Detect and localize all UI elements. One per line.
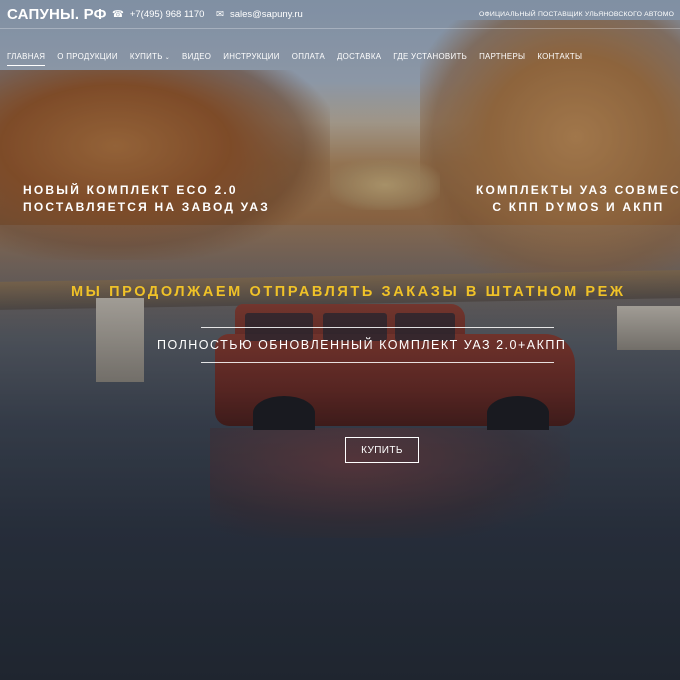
main-nav: ГЛАВНАЯ О ПРОДУКЦИИ КУПИТЬ ⌄ ВИДЕО ИНСТРУ… (7, 52, 582, 66)
nav-item-where-install[interactable]: ГДЕ УСТАНОВИТЬ (393, 52, 467, 66)
nav-item-home[interactable]: ГЛАВНАЯ (7, 52, 46, 66)
nav-item-buy[interactable]: КУПИТЬ ⌄ (130, 52, 170, 66)
promo-dymos-line2: С КПП DYMOS И АКПП (492, 200, 665, 214)
site-logo[interactable]: САПУНЫ. РФ (7, 6, 107, 23)
phone-contact[interactable]: ☎ +7(495) 968 1170 (112, 9, 204, 20)
email-contact[interactable]: ✉ sales@sapuny.ru (216, 9, 303, 20)
nav-item-about[interactable]: О ПРОДУКЦИИ (57, 52, 118, 66)
promo-eco-line1: НОВЫЙ КОМПЛЕКТ ECO 2.0 (23, 183, 238, 197)
envelope-icon: ✉ (216, 9, 224, 20)
phone-number: +7(495) 968 1170 (129, 9, 205, 20)
nav-item-payment[interactable]: ОПЛАТА (292, 52, 325, 66)
nav-item-instructions[interactable]: ИНСТРУКЦИИ (223, 52, 280, 66)
nav-item-buy-label: КУПИТЬ (129, 52, 163, 61)
official-supplier-text: ОФИЦИАЛЬНЫЙ ПОСТАВЩИК УЛЬЯНОВСКОГО АВТОМ… (479, 11, 675, 18)
promo-dymos-kit[interactable]: КОМПЛЕКТЫ УАЗ СОВМЕС С КПП DYMOS И АКПП (476, 182, 680, 216)
subtitle-bottom-rule (201, 362, 554, 363)
hero-headline: МЫ ПРОДОЛЖАЕМ ОТПРАВЛЯТЬ ЗАКАЗЫ В ШТАТНО… (71, 284, 626, 300)
promo-dymos-line1: КОМПЛЕКТЫ УАЗ СОВМЕС (476, 183, 680, 197)
nav-item-delivery[interactable]: ДОСТАВКА (337, 52, 381, 66)
nav-item-partners[interactable]: ПАРТНЕРЫ (479, 52, 525, 66)
phone-icon: ☎ (112, 9, 124, 20)
nav-item-contacts[interactable]: КОНТАКТЫ (537, 52, 582, 66)
hero-subtitle: ПОЛНОСТЬЮ ОБНОВЛЕННЫЙ КОМПЛЕКТ УАЗ 2.0+А… (157, 338, 567, 352)
top-bar: САПУНЫ. РФ ☎ +7(495) 968 1170 ✉ sales@sapu… (0, 0, 680, 28)
promo-eco-kit[interactable]: НОВЫЙ КОМПЛЕКТ ECO 2.0 ПОСТАВЛЯЕТСЯ НА З… (23, 182, 270, 216)
buy-button[interactable]: КУПИТЬ (345, 437, 419, 463)
subtitle-top-rule (201, 327, 554, 328)
nav-item-video[interactable]: ВИДЕО (182, 52, 211, 66)
header-divider (0, 28, 680, 29)
chevron-down-icon: ⌄ (164, 55, 171, 61)
email-address: sales@sapuny.ru (229, 9, 303, 20)
promo-eco-line2: ПОСТАВЛЯЕТСЯ НА ЗАВОД УАЗ (23, 200, 270, 214)
